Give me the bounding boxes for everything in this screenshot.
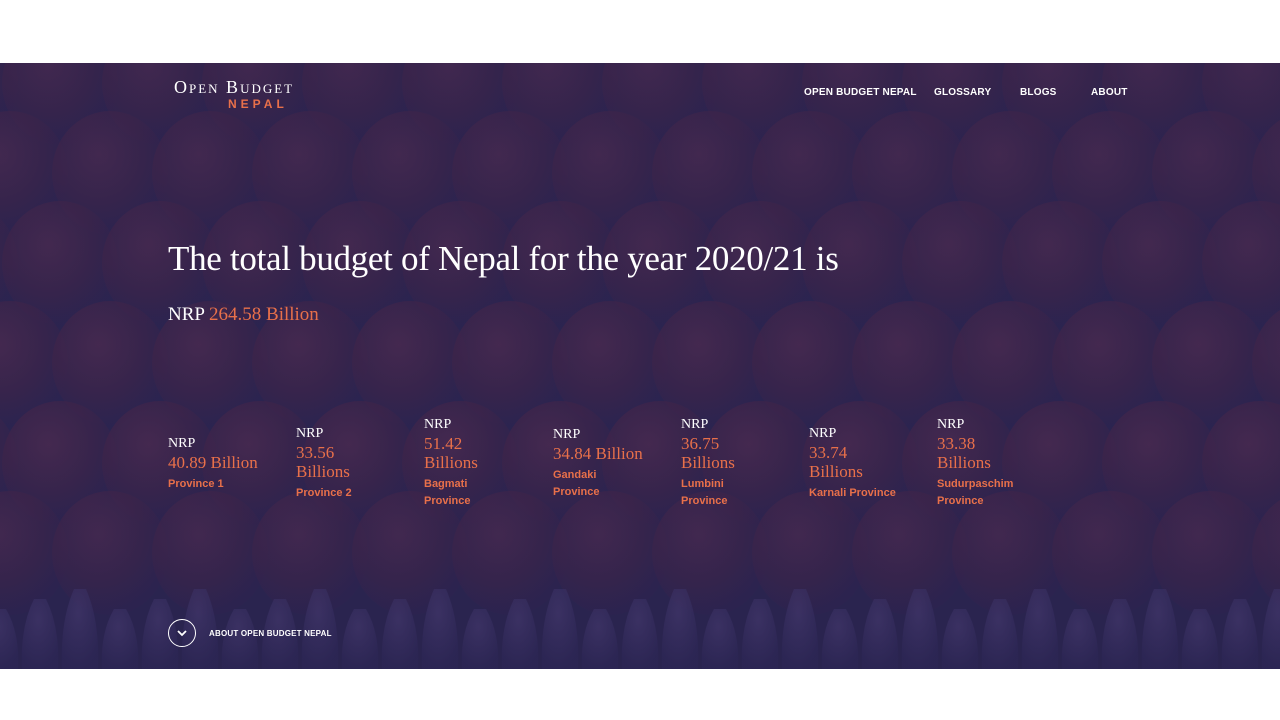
province-value: 51.42 Billions xyxy=(424,434,478,472)
hero-section: Open Budget NEPAL OPEN BUDGET NEPAL GLOS… xyxy=(0,63,1280,669)
province-name: Karnali Province xyxy=(809,487,896,499)
province-card[interactable]: NRP 34.84 Billion Gandaki Province xyxy=(553,426,663,501)
total-budget: NRP 264.58 Billion xyxy=(168,304,319,326)
background-overlay xyxy=(0,63,1280,669)
nav-blogs[interactable]: BLOGS xyxy=(1020,87,1057,98)
site-logo[interactable]: Open Budget NEPAL xyxy=(174,77,294,111)
about-link-label: ABOUT OPEN BUDGET NEPAL xyxy=(209,628,332,638)
province-name: Province 1 xyxy=(168,478,224,490)
logo-subtitle: NEPAL xyxy=(228,97,288,111)
nav-glossary[interactable]: GLOSSARY xyxy=(934,87,991,98)
province-currency: NRP xyxy=(296,426,324,441)
province-value: 33.38 Billions xyxy=(937,434,991,472)
province-card[interactable]: NRP 33.56 Billions Province 2 xyxy=(296,425,376,502)
province-value: 33.56 Billions xyxy=(296,443,350,481)
province-name: Sudurpaschim Province xyxy=(937,478,1014,507)
total-amount: 264.58 Billion xyxy=(209,304,319,325)
province-value: 33.74 Billions xyxy=(809,443,863,481)
province-card[interactable]: NRP 36.75 Billions Lumbini Province xyxy=(681,416,761,510)
province-card[interactable]: NRP 40.89 Billion Province 1 xyxy=(168,435,278,493)
province-value: 36.75 Billions xyxy=(681,434,735,472)
nav-open-budget-nepal[interactable]: OPEN BUDGET NEPAL xyxy=(804,87,917,98)
province-card[interactable]: NRP 33.74 Billions Karnali Province xyxy=(809,425,919,502)
total-currency: NRP xyxy=(168,304,205,325)
nav-about[interactable]: ABOUT xyxy=(1091,87,1128,98)
province-card[interactable]: NRP 51.42 Billions Bagmati Province xyxy=(424,416,504,510)
province-card[interactable]: NRP 33.38 Billions Sudurpaschim Province xyxy=(937,416,1032,510)
province-name: Lumbini Province xyxy=(681,478,728,507)
province-name: Province 2 xyxy=(296,487,352,499)
province-name: Gandaki Province xyxy=(553,469,600,498)
province-currency: NRP xyxy=(424,417,452,432)
province-currency: NRP xyxy=(809,426,837,441)
province-currency: NRP xyxy=(937,417,965,432)
chevron-down-icon[interactable] xyxy=(168,619,196,647)
province-value: 40.89 Billion xyxy=(168,453,258,472)
province-currency: NRP xyxy=(681,417,709,432)
province-currency: NRP xyxy=(168,436,196,451)
logo-title: Open Budget xyxy=(174,77,295,97)
page-title: The total budget of Nepal for the year 2… xyxy=(168,239,839,278)
province-name: Bagmati Province xyxy=(424,478,471,507)
province-value: 34.84 Billion xyxy=(553,444,643,463)
province-currency: NRP xyxy=(553,427,581,442)
about-open-budget-link[interactable]: ABOUT OPEN BUDGET NEPAL xyxy=(168,618,332,648)
